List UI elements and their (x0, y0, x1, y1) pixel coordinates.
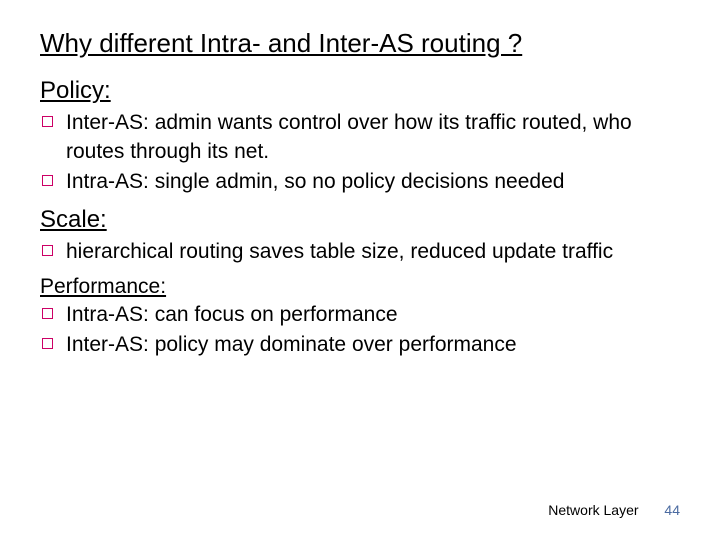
square-bullet-icon (42, 338, 53, 349)
square-bullet-icon (42, 116, 53, 127)
list-item: Intra-AS: can focus on performance (40, 301, 680, 329)
bullet-text: Inter-AS: policy may dominate over perfo… (66, 333, 517, 356)
slide: Why different Intra- and Inter-AS routin… (0, 0, 720, 540)
square-bullet-icon (42, 175, 53, 186)
footer-label: Network Layer (548, 502, 638, 518)
list-item: Inter-AS: admin wants control over how i… (40, 109, 680, 166)
bullet-text: Intra-AS: can focus on performance (66, 303, 398, 326)
slide-title: Why different Intra- and Inter-AS routin… (40, 28, 680, 59)
bullet-text: Intra-AS: single admin, so no policy dec… (66, 170, 564, 193)
bullet-text: Inter-AS: admin wants control over how i… (66, 111, 632, 162)
page-number: 44 (664, 502, 680, 518)
square-bullet-icon (42, 245, 53, 256)
footer: Network Layer 44 (548, 502, 680, 518)
performance-bullets: Intra-AS: can focus on performance Inter… (40, 301, 680, 360)
square-bullet-icon (42, 308, 53, 319)
section-heading-performance: Performance: (40, 273, 680, 301)
list-item: Inter-AS: policy may dominate over perfo… (40, 331, 680, 359)
list-item: Intra-AS: single admin, so no policy dec… (40, 168, 680, 196)
scale-bullets: hierarchical routing saves table size, r… (40, 238, 680, 266)
policy-bullets: Inter-AS: admin wants control over how i… (40, 109, 680, 196)
section-heading-policy: Policy: (40, 77, 680, 105)
bullet-text: hierarchical routing saves table size, r… (66, 240, 613, 263)
section-heading-scale: Scale: (40, 206, 680, 234)
list-item: hierarchical routing saves table size, r… (40, 238, 680, 266)
